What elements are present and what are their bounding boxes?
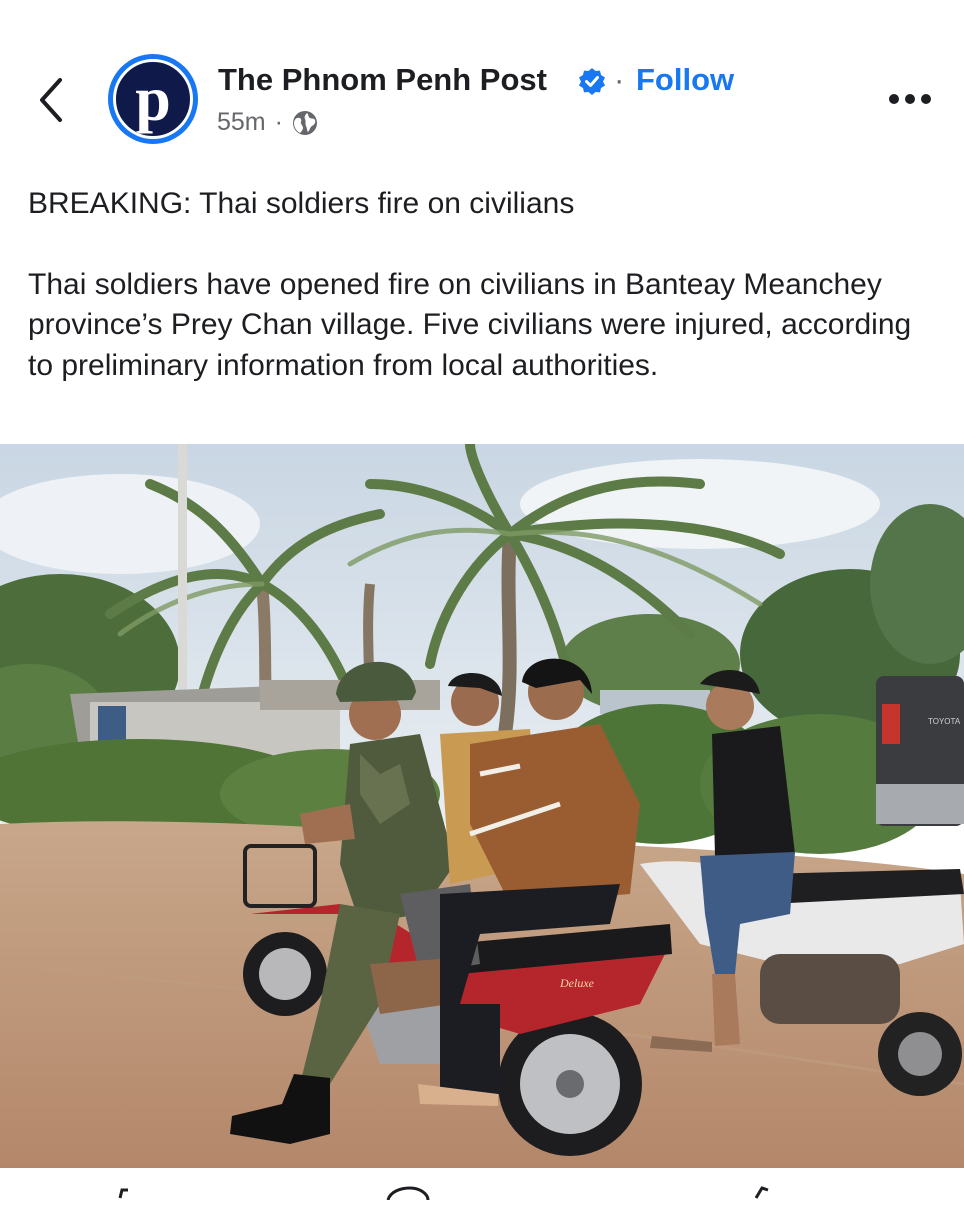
photo-scene: TOYOTA Deluxe [0,444,964,1168]
action-icons-partial [118,1186,769,1201]
svg-text:p: p [135,63,171,134]
page-name[interactable]: The Phnom Penh Post [218,62,547,98]
verified-badge-icon [579,68,605,95]
post-meta: 55m · [217,108,319,137]
bike-badge: Deluxe [559,976,595,990]
post-headline: BREAKING: Thai soldiers fire on civilian… [28,187,575,220]
chevron-left-icon [40,78,62,122]
post-header: p The Phnom Penh Post · Follow 55m · [0,0,964,170]
post-photo[interactable]: TOYOTA Deluxe [0,444,964,1168]
back-button[interactable] [30,72,74,128]
follow-button[interactable]: Follow [636,62,734,98]
phnom-penh-post-logo: p [135,63,171,134]
truck-badge: TOYOTA [928,717,961,726]
post-body: Thai soldiers have opened fire on civili… [28,267,912,382]
follow-separator: · [614,62,625,97]
globe-icon [292,110,317,135]
more-horizontal-icon [889,94,931,104]
meta-separator: · [274,108,283,136]
post-text: BREAKING: Thai soldiers fire on civilian… [28,184,938,386]
action-bar-partial [0,1168,964,1201]
page-avatar[interactable]: p [108,54,198,144]
more-options-button[interactable] [886,84,934,114]
post-timestamp[interactable]: 55m [217,108,266,137]
